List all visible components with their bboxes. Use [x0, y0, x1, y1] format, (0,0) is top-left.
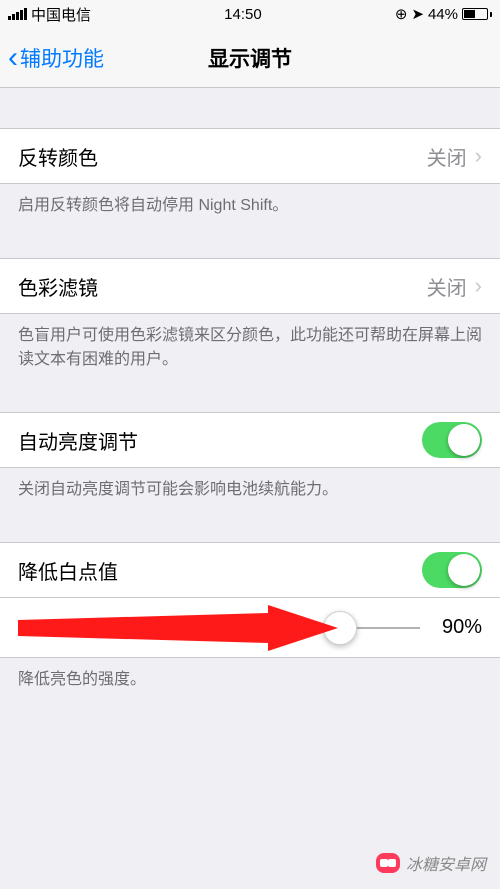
row-label: 色彩滤镜	[18, 272, 427, 301]
status-time: 14:50	[224, 6, 262, 23]
toggle-knob	[448, 424, 480, 456]
battery-icon	[462, 8, 492, 20]
footer-auto-brightness: 关闭自动亮度调节可能会影响电池续航能力。	[0, 468, 500, 502]
battery-pct: 44%	[428, 6, 458, 23]
slider-fill	[18, 627, 340, 629]
slider-thumb[interactable]	[323, 611, 357, 645]
location-icon: ➤	[411, 5, 424, 23]
row-reduce-white: 降低白点值	[0, 542, 500, 598]
group-auto-brightness: 自动亮度调节	[0, 412, 500, 468]
footer-reduce-white: 降低亮色的强度。	[0, 658, 500, 692]
carrier-label: 中国电信	[31, 4, 91, 25]
lock-rotation-icon: ⊕	[395, 5, 408, 23]
slider-white-point[interactable]	[18, 627, 420, 629]
row-color-filter[interactable]: 色彩滤镜 关闭 ›	[0, 258, 500, 314]
row-value: 关闭	[427, 272, 467, 301]
signal-icon	[8, 8, 27, 20]
toggle-knob	[448, 554, 480, 586]
row-white-point-slider: 90%	[0, 598, 500, 658]
group-color-filter: 色彩滤镜 关闭 ›	[0, 258, 500, 314]
row-invert-colors[interactable]: 反转颜色 关闭 ›	[0, 128, 500, 184]
group-invert: 反转颜色 关闭 ›	[0, 128, 500, 184]
watermark-text: 冰糖安卓网	[406, 851, 486, 875]
watermark-icon	[376, 853, 400, 873]
row-label: 自动亮度调节	[18, 426, 422, 455]
row-auto-brightness: 自动亮度调节	[0, 412, 500, 468]
toggle-reduce-white[interactable]	[422, 552, 482, 588]
chevron-right-icon: ›	[475, 143, 482, 169]
status-left: 中国电信	[8, 4, 91, 25]
status-right: ⊕ ➤ 44%	[395, 5, 492, 23]
slider-value: 90%	[434, 616, 482, 639]
row-label: 反转颜色	[18, 142, 427, 171]
status-bar: 中国电信 14:50 ⊕ ➤ 44%	[0, 0, 500, 28]
footer-color-filter: 色盲用户可使用色彩滤镜来区分颜色，此功能还可帮助在屏幕上阅读文本有困难的用户。	[0, 314, 500, 372]
row-value: 关闭	[427, 142, 467, 171]
back-label: 辅助功能	[20, 43, 104, 73]
chevron-right-icon: ›	[475, 273, 482, 299]
watermark: 冰糖安卓网	[376, 851, 486, 875]
footer-invert: 启用反转颜色将自动停用 Night Shift。	[0, 184, 500, 218]
row-label: 降低白点值	[18, 556, 422, 585]
nav-bar: ‹ 辅助功能 显示调节	[0, 28, 500, 88]
group-reduce-white: 降低白点值 90%	[0, 542, 500, 658]
back-button[interactable]: ‹ 辅助功能	[0, 43, 104, 73]
chevron-left-icon: ‹	[8, 43, 18, 73]
toggle-auto-brightness[interactable]	[422, 422, 482, 458]
